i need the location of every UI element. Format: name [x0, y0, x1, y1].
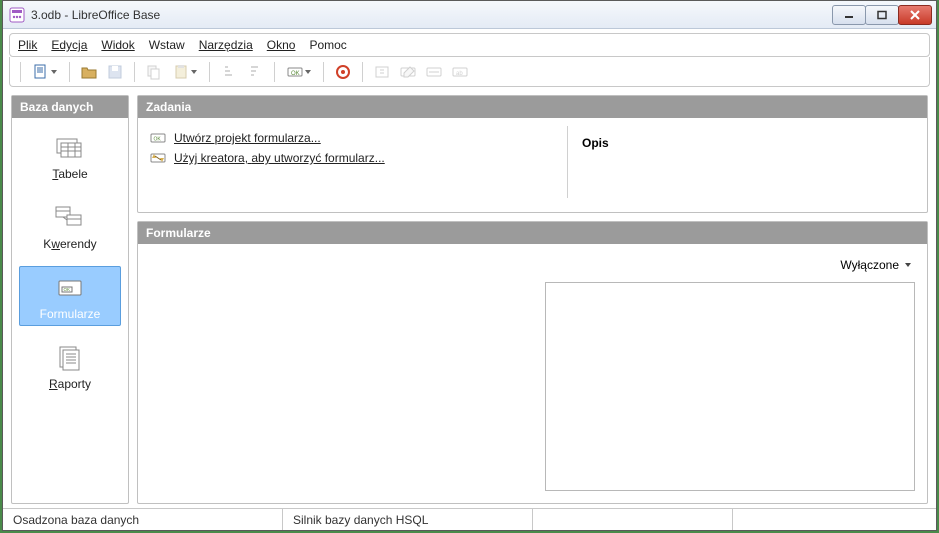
close-button[interactable]	[898, 5, 932, 25]
forms-list[interactable]	[150, 256, 533, 491]
copy-button[interactable]	[143, 61, 165, 83]
form-control-button[interactable]: OK	[283, 61, 315, 83]
forms-header: Formularze	[138, 222, 927, 244]
sidebar-item-label: Kwerendy	[22, 237, 118, 251]
wizard-icon	[150, 150, 166, 166]
tables-icon	[22, 133, 118, 163]
menu-wstaw[interactable]: Wstaw	[149, 38, 185, 52]
status-engine: Silnik bazy danych HSQL	[283, 509, 533, 530]
right-column: Zadania OK Utwórz projekt formularza...	[137, 95, 928, 504]
svg-text:OK: OK	[291, 71, 300, 77]
svg-text:OK: OK	[64, 287, 71, 292]
task-label: Utwórz projekt formularza...	[174, 131, 321, 145]
rename-form-button[interactable]: ab	[449, 61, 471, 83]
database-sidebar: Baza danych Tabele	[11, 95, 129, 504]
sidebar-item-label: Raporty	[22, 377, 118, 391]
toolbar: OK ab	[9, 57, 930, 87]
task-use-wizard[interactable]: Użyj kreatora, aby utworzyć formularz...	[150, 148, 555, 168]
main-body: Baza danych Tabele	[3, 87, 936, 508]
sidebar-item-formularze[interactable]: OK Formularze	[19, 266, 121, 326]
svg-text:ab: ab	[456, 71, 463, 77]
menu-edycja[interactable]: Edycja	[51, 38, 87, 52]
delete-form-button[interactable]	[423, 61, 445, 83]
preview-mode-label: Wyłączone	[840, 258, 899, 272]
menu-narzedzia[interactable]: Narzędzia	[199, 38, 253, 52]
sidebar-item-raporty[interactable]: Raporty	[19, 336, 121, 396]
task-label: Użyj kreatora, aby utworzyć formularz...	[174, 151, 385, 165]
reports-icon	[22, 343, 118, 373]
app-window: 3.odb - LibreOffice Base Plik Edycja Wid…	[2, 0, 937, 531]
sort-desc-button[interactable]	[244, 61, 266, 83]
svg-text:OK: OK	[154, 137, 162, 143]
form-design-icon: OK	[150, 130, 166, 146]
forms-preview-pane: Wyłączone	[545, 256, 915, 491]
queries-icon	[22, 203, 118, 233]
menu-plik[interactable]: Plik	[18, 38, 37, 52]
sort-asc-button[interactable]	[218, 61, 240, 83]
preview-mode-dropdown[interactable]: Wyłączone	[545, 256, 915, 282]
open-button[interactable]	[78, 61, 100, 83]
tasks-description: Opis	[567, 126, 927, 198]
status-cell-4	[733, 509, 936, 530]
sidebar-item-label: Formularze	[22, 307, 118, 321]
sidebar-item-label: Tabele	[22, 167, 118, 181]
preview-box	[545, 282, 915, 491]
titlebar: 3.odb - LibreOffice Base	[3, 1, 936, 29]
paste-button[interactable]	[169, 61, 201, 83]
new-doc-button[interactable]	[29, 61, 61, 83]
forms-panel: Formularze Wyłączone	[137, 221, 928, 504]
help-button[interactable]	[332, 61, 354, 83]
forms-icon: OK	[22, 273, 118, 303]
tasks-list: OK Utwórz projekt formularza... Użyj kre…	[138, 118, 567, 212]
app-icon	[9, 7, 25, 23]
window-title: 3.odb - LibreOffice Base	[31, 8, 833, 22]
status-cell-3	[533, 509, 733, 530]
menu-okno[interactable]: Okno	[267, 38, 296, 52]
window-controls	[833, 5, 932, 25]
save-button[interactable]	[104, 61, 126, 83]
sidebar-item-tabele[interactable]: Tabele	[19, 126, 121, 186]
tasks-panel: Zadania OK Utwórz projekt formularza...	[137, 95, 928, 213]
dropdown-caret-icon	[905, 263, 911, 267]
description-title: Opis	[582, 136, 913, 150]
menu-pomoc[interactable]: Pomoc	[309, 38, 346, 52]
sidebar-item-kwerendy[interactable]: Kwerendy	[19, 196, 121, 256]
status-embedded: Osadzona baza danych	[3, 509, 283, 530]
statusbar: Osadzona baza danych Silnik bazy danych …	[3, 508, 936, 530]
menubar: Plik Edycja Widok Wstaw Narzędzia Okno P…	[9, 33, 930, 57]
tasks-header: Zadania	[138, 96, 927, 118]
minimize-button[interactable]	[832, 5, 866, 25]
maximize-button[interactable]	[865, 5, 899, 25]
task-create-form-design[interactable]: OK Utwórz projekt formularza...	[150, 128, 555, 148]
menu-widok[interactable]: Widok	[101, 38, 134, 52]
sidebar-header: Baza danych	[12, 96, 128, 118]
new-form-button[interactable]	[371, 61, 393, 83]
edit-form-button[interactable]	[397, 61, 419, 83]
